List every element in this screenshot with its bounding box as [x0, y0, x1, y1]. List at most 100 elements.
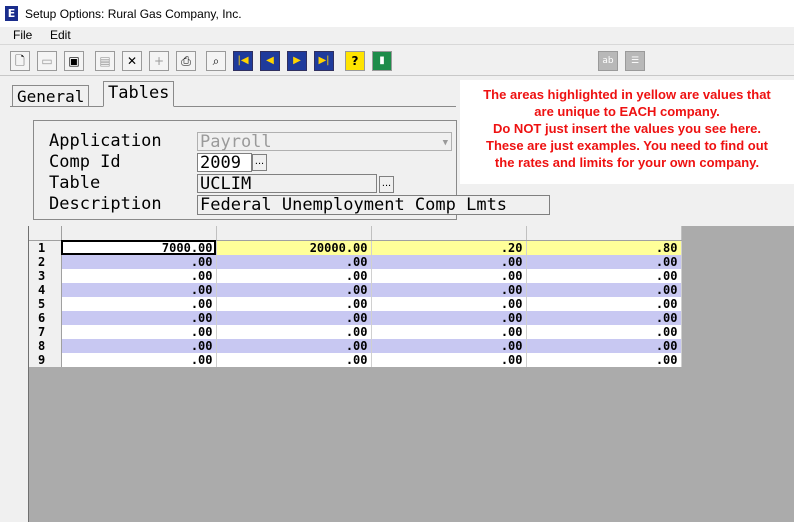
description-value: Federal Unemployment Comp Lmts: [200, 195, 508, 215]
grid-column-header[interactable]: [371, 226, 527, 241]
list-icon[interactable]: ▤: [95, 51, 115, 71]
grid-cell[interactable]: .00: [371, 338, 527, 353]
grid-cell[interactable]: .00: [371, 324, 527, 339]
table-label: Table: [49, 173, 101, 193]
grid-column-header[interactable]: [526, 226, 682, 241]
description-field[interactable]: Federal Unemployment Comp Lmts: [197, 195, 550, 215]
tab-panel-border: [10, 106, 456, 107]
find-icon[interactable]: ⌕: [206, 51, 226, 71]
row-number: 6: [29, 310, 62, 325]
grid-cell[interactable]: .00: [61, 254, 217, 269]
grid-column-header[interactable]: [61, 226, 217, 241]
next-record-icon[interactable]: ▶: [287, 51, 307, 71]
window-title: Setup Options: Rural Gas Company, Inc.: [25, 7, 242, 21]
grid-cell[interactable]: .00: [371, 352, 527, 367]
grid-cell[interactable]: .00: [526, 268, 682, 283]
open-icon[interactable]: ▭: [37, 51, 57, 71]
grid-cell[interactable]: .00: [371, 268, 527, 283]
compid-field[interactable]: 2009: [197, 153, 252, 172]
menu-file[interactable]: File: [13, 28, 32, 42]
grid-cell[interactable]: .00: [526, 338, 682, 353]
table-row: 1 7000.00 20000.00 .20 .80: [29, 240, 682, 255]
table-lookup-button[interactable]: ...: [379, 176, 394, 193]
row-number: 4: [29, 282, 62, 297]
add-icon[interactable]: +: [149, 51, 169, 71]
first-record-icon[interactable]: |◀: [233, 51, 253, 71]
grid-cell[interactable]: .00: [61, 310, 217, 325]
grid-cell[interactable]: .00: [61, 268, 217, 283]
grid-cell[interactable]: .00: [216, 338, 372, 353]
grid-cell[interactable]: .00: [216, 310, 372, 325]
note-line: Do NOT just insert the values you see he…: [492, 121, 762, 136]
row-number: 1: [29, 240, 62, 255]
row-number: 3: [29, 268, 62, 283]
grid-cell[interactable]: .00: [61, 324, 217, 339]
save-icon[interactable]: ▣: [64, 51, 84, 71]
note-line: The areas highlighted in yellow are valu…: [483, 87, 771, 102]
table-row: 8 .00 .00 .00 .00: [29, 338, 682, 353]
grid-cell[interactable]: .00: [216, 324, 372, 339]
table-row: 5 .00 .00 .00 .00: [29, 296, 682, 311]
grid-cell[interactable]: 20000.00: [216, 240, 372, 255]
new-icon[interactable]: 🗋: [10, 51, 30, 71]
grid-cell[interactable]: .00: [526, 324, 682, 339]
app-icon[interactable]: E: [5, 6, 18, 21]
menu-bar: File Edit: [0, 27, 794, 44]
grid-cell[interactable]: .00: [216, 352, 372, 367]
grid-cell[interactable]: .00: [526, 296, 682, 311]
toolbar: 🗋 ▭ ▣ ▤ ✕ + ⎙ ⌕ |◀ ◀ ▶ ▶| ? ▮ ab ☰: [0, 44, 794, 76]
grid-cell[interactable]: .00: [526, 352, 682, 367]
table-row: 6 .00 .00 .00 .00: [29, 310, 682, 325]
print-icon[interactable]: ⎙: [176, 51, 196, 71]
grid-cell[interactable]: .00: [216, 254, 372, 269]
title-bar: E Setup Options: Rural Gas Company, Inc.: [0, 0, 794, 27]
table-value: UCLIM: [200, 174, 252, 194]
grid-cell[interactable]: 7000.00: [61, 240, 217, 255]
grid-cell[interactable]: .00: [526, 282, 682, 297]
tab-tables[interactable]: Tables: [103, 81, 175, 107]
grid-header-row: [29, 226, 682, 241]
grid-cell[interactable]: .00: [61, 338, 217, 353]
table-field[interactable]: UCLIM: [197, 174, 377, 193]
menu-edit[interactable]: Edit: [50, 28, 71, 42]
grid-cell[interactable]: .00: [526, 310, 682, 325]
table-row: 4 .00 .00 .00 .00: [29, 282, 682, 297]
grid-cell[interactable]: .00: [61, 282, 217, 297]
last-record-icon[interactable]: ▶|: [314, 51, 334, 71]
compid-lookup-button[interactable]: ...: [252, 154, 267, 171]
compid-value: 2009: [200, 153, 241, 173]
data-grid: 1 7000.00 20000.00 .20 .80 2 .00 .00 .00…: [29, 226, 682, 367]
grid-cell[interactable]: .80: [526, 240, 682, 255]
table-row: 9 .00 .00 .00 .00: [29, 352, 682, 367]
table-row: 7 .00 .00 .00 .00: [29, 324, 682, 339]
grid-cell[interactable]: .20: [371, 240, 527, 255]
grid-cell[interactable]: .00: [216, 268, 372, 283]
application-select[interactable]: Payroll ▼: [197, 132, 452, 151]
grid-cell[interactable]: .00: [526, 254, 682, 269]
settings-icon[interactable]: ☰: [625, 51, 645, 71]
grid-column-header[interactable]: [216, 226, 372, 241]
note-line: These are just examples. You need to fin…: [486, 138, 768, 153]
grid-cell[interactable]: .00: [216, 282, 372, 297]
abc-icon[interactable]: ab: [598, 51, 618, 71]
row-number: 7: [29, 324, 62, 339]
tab-general[interactable]: General: [12, 85, 90, 107]
grid-cell[interactable]: .00: [61, 352, 217, 367]
grid-corner: [29, 226, 62, 241]
compid-label: Comp Id: [49, 152, 121, 172]
grid-cell[interactable]: .00: [371, 310, 527, 325]
grid-cell[interactable]: .00: [216, 296, 372, 311]
data-grid-area: 1 7000.00 20000.00 .20 .80 2 .00 .00 .00…: [28, 226, 794, 522]
delete-icon[interactable]: ✕: [122, 51, 142, 71]
table-row: 2 .00 .00 .00 .00: [29, 254, 682, 269]
help-icon[interactable]: ?: [345, 51, 365, 71]
application-label: Application: [49, 131, 162, 151]
grid-cell[interactable]: .00: [371, 296, 527, 311]
grid-cell[interactable]: .00: [61, 296, 217, 311]
row-number: 9: [29, 352, 62, 367]
grid-cell[interactable]: .00: [371, 282, 527, 297]
previous-record-icon[interactable]: ◀: [260, 51, 280, 71]
exit-icon[interactable]: ▮: [372, 51, 392, 71]
note-line: are unique to EACH company.: [534, 104, 720, 119]
grid-cell[interactable]: .00: [371, 254, 527, 269]
